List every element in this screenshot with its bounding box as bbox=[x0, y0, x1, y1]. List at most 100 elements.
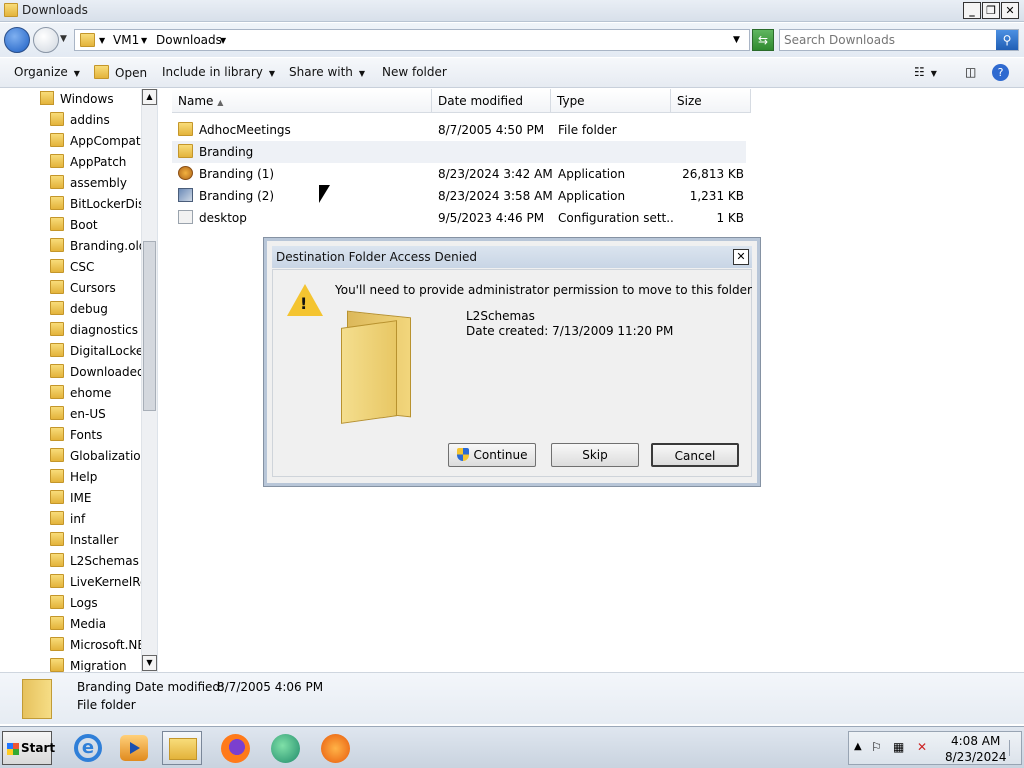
skip-button[interactable]: Skip bbox=[551, 443, 639, 467]
scroll-down-button[interactable]: ▼ bbox=[142, 655, 157, 671]
folder-icon bbox=[50, 322, 64, 336]
tree-item-globalization[interactable]: Globalization bbox=[50, 446, 142, 467]
tree-item-debug[interactable]: debug bbox=[50, 299, 142, 320]
search-input[interactable] bbox=[784, 33, 994, 47]
clock-date[interactable]: 8/23/2024 bbox=[945, 750, 1007, 764]
dialog-title: Destination Folder Access Denied bbox=[276, 250, 478, 264]
help-icon[interactable]: ? bbox=[992, 64, 1009, 81]
continue-button[interactable]: Continue bbox=[448, 443, 536, 467]
internet-explorer-icon[interactable]: e bbox=[70, 731, 106, 765]
tree-item-fonts[interactable]: Fonts bbox=[50, 425, 142, 446]
volume-muted-icon[interactable]: ✕ bbox=[917, 740, 927, 754]
tree-item-branding-old[interactable]: Branding.old bbox=[50, 236, 142, 257]
folder-icon bbox=[50, 343, 64, 357]
clock-time[interactable]: 4:08 AM bbox=[951, 734, 1000, 748]
history-dropdown[interactable]: ▼ bbox=[60, 34, 67, 44]
tree-item-l2schemas[interactable]: L2Schemas bbox=[50, 551, 142, 572]
tree-item-installer[interactable]: Installer bbox=[50, 530, 142, 551]
details-kind: File folder bbox=[77, 698, 136, 712]
column-date-header[interactable]: Date modified bbox=[432, 89, 551, 113]
network-icon[interactable]: ▦ bbox=[893, 740, 904, 754]
column-size-header[interactable]: Size bbox=[671, 89, 751, 113]
file-row[interactable]: desktop 9/5/2023 4:46 PM Configuration set… bbox=[172, 207, 746, 229]
tree-item-label: Installer bbox=[70, 533, 119, 547]
address-dropdown[interactable]: ▼ bbox=[733, 35, 740, 45]
minimize-button[interactable]: _ bbox=[963, 2, 981, 19]
file-type: File folder bbox=[558, 123, 617, 137]
crumb-vm1[interactable]: VM1 bbox=[113, 33, 139, 47]
chat-app-icon[interactable] bbox=[268, 731, 304, 765]
tree-item-windows[interactable]: Windows bbox=[40, 89, 114, 110]
tree-item-livekernelrep[interactable]: LiveKernelRep bbox=[50, 572, 142, 593]
folder-icon bbox=[50, 406, 64, 420]
file-row[interactable]: Branding (1) 8/23/2024 3:42 AM Application… bbox=[172, 163, 746, 185]
window-title: Downloads bbox=[22, 3, 88, 17]
crumb-downloads-dropdown[interactable]: ▼ bbox=[220, 36, 226, 45]
tree-item-bitlockerdisc[interactable]: BitLockerDisc bbox=[50, 194, 142, 215]
refresh-button[interactable]: ⇆ bbox=[752, 29, 774, 51]
forward-button[interactable] bbox=[33, 27, 59, 53]
folder-icon bbox=[50, 112, 64, 126]
cancel-button[interactable]: Cancel bbox=[651, 443, 739, 467]
folder-icon bbox=[50, 448, 64, 462]
scroll-up-button[interactable]: ▲ bbox=[142, 89, 157, 105]
tree-item-ime[interactable]: IME bbox=[50, 488, 142, 509]
tree-item-assembly[interactable]: assembly bbox=[50, 173, 142, 194]
view-options-icon[interactable]: ☷ ▼ bbox=[914, 65, 937, 79]
search-box[interactable]: ⚲ bbox=[779, 29, 1019, 51]
share-with-button[interactable]: Share with ▼ bbox=[289, 65, 365, 79]
file-name-cell: AdhocMeetings bbox=[178, 119, 432, 141]
back-button[interactable] bbox=[4, 27, 30, 53]
file-row[interactable]: Branding (2) 8/23/2024 3:58 AM Application… bbox=[172, 185, 746, 207]
tree-item-boot[interactable]: Boot bbox=[50, 215, 142, 236]
file-row[interactable]: AdhocMeetings 8/7/2005 4:50 PM File folder bbox=[172, 119, 746, 141]
tree-item-digitallocker[interactable]: DigitalLocker bbox=[50, 341, 142, 362]
media-player-icon[interactable] bbox=[116, 731, 152, 765]
tree-item-en-us[interactable]: en-US bbox=[50, 404, 142, 425]
file-row[interactable]: Branding bbox=[172, 141, 746, 163]
preview-pane-icon[interactable]: ◫ bbox=[965, 65, 976, 79]
tree-item-media[interactable]: Media bbox=[50, 614, 142, 635]
folder-icon bbox=[50, 532, 64, 546]
include-in-library-button[interactable]: Include in library ▼ bbox=[162, 65, 275, 79]
open-button[interactable]: Open bbox=[94, 65, 147, 80]
file-size: 26,813 KB bbox=[682, 167, 744, 181]
tree-item-inf[interactable]: inf bbox=[50, 509, 142, 530]
search-icon[interactable]: ⚲ bbox=[996, 30, 1018, 50]
folder-icon bbox=[50, 427, 64, 441]
tree-item-ehome[interactable]: ehome bbox=[50, 383, 142, 404]
vlc-icon[interactable] bbox=[318, 731, 354, 765]
show-hidden-icons[interactable]: ▲ bbox=[854, 741, 862, 752]
start-button[interactable]: Start bbox=[2, 731, 55, 765]
tree-item-migration[interactable]: Migration bbox=[50, 656, 142, 672]
new-folder-button[interactable]: New folder bbox=[382, 65, 447, 79]
dialog-close-button[interactable]: ✕ bbox=[733, 249, 749, 265]
address-box[interactable]: ▼ VM1 ▼ Downloads ▼ ▼ bbox=[74, 29, 750, 51]
crumb-vm1-dropdown[interactable]: ▼ bbox=[141, 36, 147, 45]
tree-item-microsoft-ne[interactable]: Microsoft.NE bbox=[50, 635, 142, 656]
close-button[interactable]: ✕ bbox=[1001, 2, 1019, 19]
tree-item-help[interactable]: Help bbox=[50, 467, 142, 488]
folder-icon bbox=[50, 175, 64, 189]
tree-item-diagnostics[interactable]: diagnostics bbox=[50, 320, 142, 341]
column-name-header[interactable]: Name ▲ bbox=[172, 89, 432, 113]
column-type-header[interactable]: Type bbox=[551, 89, 671, 113]
scroll-thumb[interactable] bbox=[143, 241, 156, 411]
file-explorer-icon[interactable] bbox=[162, 731, 202, 765]
show-desktop-button[interactable] bbox=[1009, 740, 1019, 756]
tree-item-appcompat[interactable]: AppCompat bbox=[50, 131, 142, 152]
tree-item-apppatch[interactable]: AppPatch bbox=[50, 152, 142, 173]
tree-item-cursors[interactable]: Cursors bbox=[50, 278, 142, 299]
action-center-flag-icon[interactable]: ⚐ bbox=[871, 740, 882, 754]
tree-item-addins[interactable]: addins bbox=[50, 110, 142, 131]
crumb-downloads[interactable]: Downloads bbox=[156, 33, 222, 47]
tree-item-label: Branding.old bbox=[70, 239, 142, 253]
crumb-root-dropdown[interactable]: ▼ bbox=[99, 36, 105, 45]
tree-item-downloaded[interactable]: Downloaded bbox=[50, 362, 142, 383]
nav-scrollbar[interactable]: ▲ ▼ bbox=[141, 89, 157, 672]
tree-item-csc[interactable]: CSC bbox=[50, 257, 142, 278]
organize-button[interactable]: Organize ▼ bbox=[14, 65, 80, 79]
firefox-icon[interactable] bbox=[218, 731, 254, 765]
tree-item-logs[interactable]: Logs bbox=[50, 593, 142, 614]
restore-button[interactable]: ❐ bbox=[982, 2, 1000, 19]
